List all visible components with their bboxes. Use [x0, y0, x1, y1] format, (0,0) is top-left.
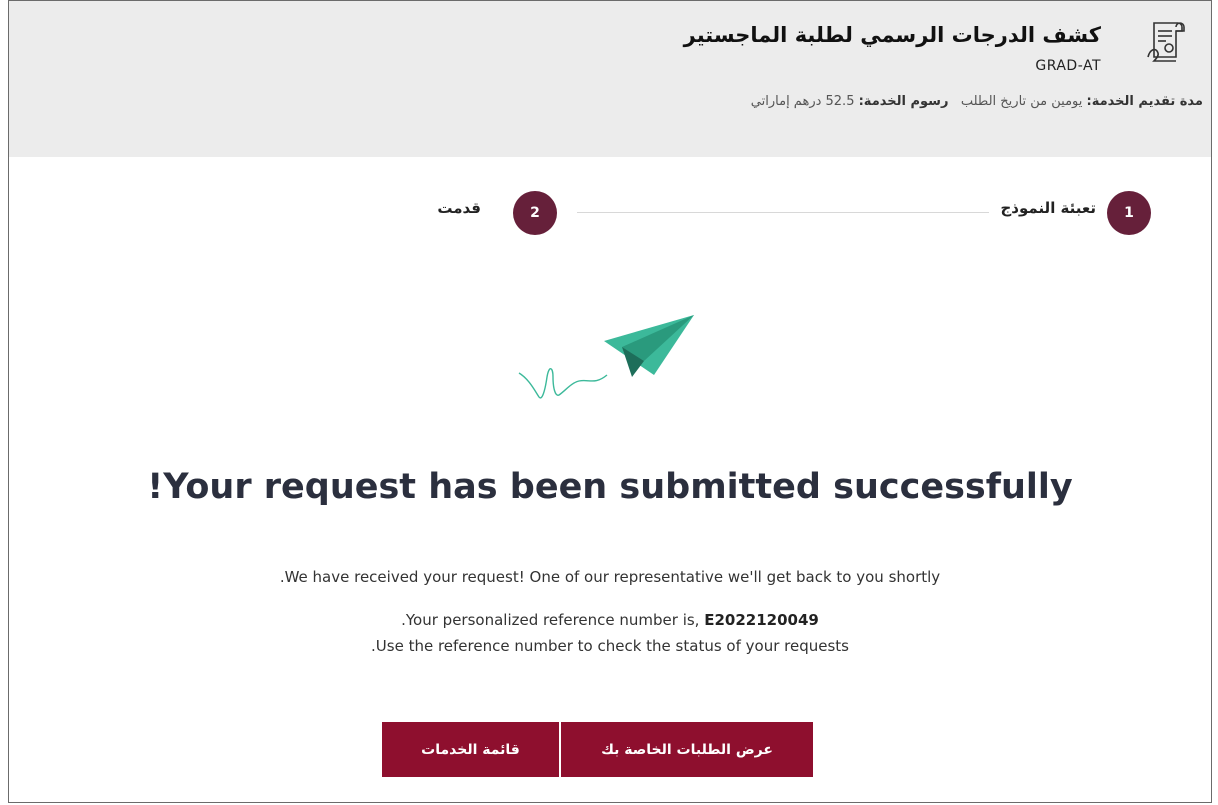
step-1-circle: 1 — [1107, 191, 1151, 235]
duration-value: يومين من تاريخ الطلب — [960, 94, 1083, 109]
reference-line: .Your personalized reference number is, … — [9, 611, 1211, 629]
progress-steps: 1 تعبئة النموذج 2 قدمت — [9, 157, 1211, 277]
duration-label: مدة تقديم الخدمة: — [1086, 94, 1203, 109]
reference-prefix: .Your personalized reference number is, — [401, 611, 700, 629]
service-title: كشف الدرجات الرسمي لطلبة الماجستير — [683, 23, 1101, 47]
fee-label: رسوم الخدمة: — [858, 94, 949, 109]
reference-hint: .Use the reference number to check the s… — [371, 637, 849, 655]
received-message: .We have received your request! One of o… — [279, 568, 941, 586]
app-frame: كشف الدرجات الرسمي لطلبة الماجستير GRAD-… — [8, 0, 1212, 803]
document-certificate-icon — [1144, 17, 1186, 67]
step-2-circle: 2 — [513, 191, 557, 235]
view-requests-button[interactable]: عرض الطلبات الخاصة بك — [561, 722, 813, 777]
service-code: GRAD-AT — [1035, 58, 1101, 74]
reference-number: E2022120049 — [704, 611, 819, 629]
service-header: كشف الدرجات الرسمي لطلبة الماجستير GRAD-… — [9, 1, 1211, 157]
step-connector — [577, 212, 989, 213]
services-list-button[interactable]: قائمة الخدمات — [382, 722, 559, 777]
success-headline: !Your request has been submitted success… — [147, 467, 1073, 507]
service-meta: مدة تقديم الخدمة: يومين من تاريخ الطلب ر… — [751, 94, 1203, 109]
paper-plane-icon — [504, 303, 694, 413]
fee-value: 52.5 درهم إماراتي — [750, 94, 855, 109]
step-1-label: تعبئة النموذج — [1000, 199, 1096, 217]
step-2-label: قدمت — [437, 199, 481, 217]
